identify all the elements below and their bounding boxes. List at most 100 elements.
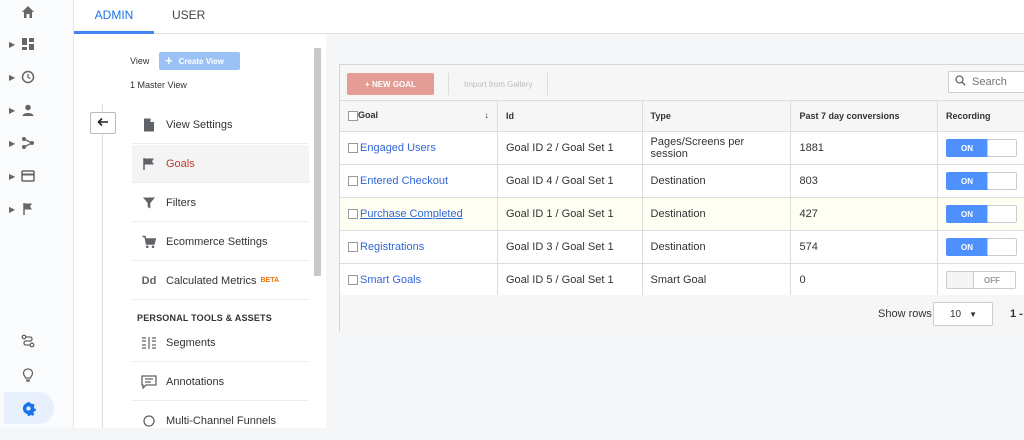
header-conversions[interactable]: Past 7 day conversions (790, 101, 938, 132)
nav-conversions[interactable]: ▶ (0, 193, 74, 225)
clock-icon (20, 69, 36, 85)
recording-toggle[interactable]: ON (945, 138, 1017, 157)
master-view-selector[interactable]: 1 Master View (130, 80, 187, 90)
goal-conversions: 803 (790, 164, 938, 198)
goal-link[interactable]: Registrations (360, 241, 424, 253)
table-footer: Show rows 10 ▼ 1 - 5 (340, 295, 1024, 333)
nav-discover[interactable] (0, 359, 74, 391)
create-view-label: Create View (178, 56, 224, 66)
row-checkbox[interactable] (348, 274, 358, 285)
menu-label: Multi-Channel Funnels (166, 415, 277, 427)
flag-icon (20, 201, 36, 217)
search-input[interactable] (970, 75, 1020, 89)
new-goal-button[interactable]: + NEW GOAL (347, 73, 434, 95)
goal-conversions: 427 (790, 197, 938, 231)
goal-link[interactable]: Purchase Completed (360, 208, 463, 220)
goals-toolbar: + NEW GOAL Import from Gallery (340, 65, 1024, 101)
goal-link[interactable]: Engaged Users (360, 142, 436, 154)
gear-icon (20, 400, 36, 416)
sort-down-icon: ↓ (484, 110, 490, 120)
plus-icon: + (165, 53, 173, 68)
nav-audience[interactable]: ▶ (0, 94, 74, 126)
header-recording[interactable]: Recording (937, 101, 1024, 132)
panel-divider (102, 104, 103, 428)
goal-id: Goal ID 2 / Goal Set 1 (497, 131, 643, 165)
arrow-left-icon (97, 114, 109, 132)
menu-calculated-metrics[interactable]: Dd Calculated Metrics BETA (132, 262, 309, 300)
header-type[interactable]: Type (642, 101, 792, 132)
document-icon (132, 118, 166, 132)
menu-label: Ecommerce Settings (166, 235, 268, 248)
nav-home[interactable] (0, 0, 74, 28)
menu-label: Calculated Metrics (166, 274, 257, 287)
recording-toggle[interactable]: ON (945, 237, 1017, 256)
menu-ecommerce-settings[interactable]: Ecommerce Settings (132, 223, 309, 261)
caret-right-icon: ▶ (9, 171, 16, 181)
create-view-button[interactable]: + Create View (159, 52, 240, 70)
recording-toggle[interactable]: ON (945, 204, 1017, 223)
menu-multi-channel-funnels[interactable]: Multi-Channel Funnels (132, 402, 309, 440)
goals-panel: + NEW GOAL Import from Gallery Goal ↓ Id… (339, 64, 1024, 333)
caret-right-icon: ▶ (9, 39, 16, 49)
show-rows-label: Show rows (878, 308, 932, 320)
nav-realtime[interactable]: ▶ (0, 61, 74, 93)
toggle-label: ON (960, 176, 973, 186)
toggle-label: ON (960, 209, 973, 219)
menu-segments[interactable]: Segments (132, 324, 309, 362)
table-row: Registrations Goal ID 3 / Goal Set 1 Des… (340, 230, 1024, 264)
goal-link[interactable]: Entered Checkout (360, 175, 448, 187)
menu-label: Filters (166, 196, 196, 209)
menu-goals[interactable]: Goals (132, 145, 309, 183)
lightbulb-icon (20, 367, 36, 383)
row-checkbox[interactable] (348, 142, 358, 153)
nav-admin[interactable] (0, 392, 74, 424)
header-id[interactable]: Id (497, 101, 643, 132)
behavior-icon (20, 168, 36, 184)
recording-toggle[interactable]: ON (945, 171, 1017, 190)
table-row: Smart Goals Goal ID 5 / Goal Set 1 Smart… (340, 263, 1024, 297)
panel-scrollbar[interactable] (314, 48, 321, 276)
tab-user[interactable]: USER (172, 0, 205, 34)
route-icon (20, 333, 36, 349)
header-goal[interactable]: Goal ↓ (340, 101, 498, 132)
import-from-gallery-button[interactable]: Import from Gallery (448, 73, 549, 95)
header-label: Goal (358, 110, 379, 121)
search-icon (955, 75, 966, 89)
pagination-range: 1 - 5 (1010, 308, 1024, 320)
goal-type: Pages/Screens per session (642, 131, 792, 165)
tab-admin[interactable]: ADMIN (74, 0, 154, 34)
view-label: View (130, 56, 150, 66)
goals-table: Goal ↓ Id Type Past 7 day conversions Re… (340, 101, 1024, 297)
nav-acquisition[interactable]: ▶ (0, 127, 74, 159)
table-row: Engaged Users Goal ID 2 / Goal Set 1 Pag… (340, 131, 1024, 165)
menu-label: View Settings (166, 118, 233, 131)
search-box[interactable] (948, 71, 1024, 93)
nav-customization[interactable]: ▶ (0, 28, 74, 60)
toggle-label: OFF (983, 275, 1000, 285)
menu-filters[interactable]: Filters (132, 184, 309, 222)
left-nav: ▶ ▶ ▶ ▶ ▶ ▶ (0, 0, 74, 428)
row-checkbox[interactable] (348, 208, 358, 219)
menu-label: Annotations (166, 375, 225, 388)
goal-type: Destination (642, 197, 792, 231)
menu-annotations[interactable]: Annotations (132, 363, 309, 401)
row-checkbox[interactable] (348, 175, 358, 186)
menu-label: Goals (166, 157, 195, 170)
menu-view-settings[interactable]: View Settings (132, 106, 309, 144)
goal-type: Destination (642, 164, 792, 198)
nav-behavior[interactable]: ▶ (0, 160, 74, 192)
nav-attribution[interactable] (0, 325, 74, 357)
select-all-checkbox[interactable] (348, 111, 358, 122)
view-panel: View + Create View 1 Master View View Se… (74, 34, 326, 428)
funnel-icon (132, 196, 166, 210)
goal-link[interactable]: Smart Goals (360, 274, 421, 286)
row-checkbox[interactable] (348, 241, 358, 252)
recording-toggle[interactable]: OFF (945, 270, 1016, 289)
rows-per-page-select[interactable]: 10 ▼ (933, 302, 993, 326)
back-button[interactable] (90, 112, 116, 134)
goal-type: Smart Goal (642, 263, 792, 297)
goal-id: Goal ID 4 / Goal Set 1 (497, 164, 643, 198)
acquisition-icon (20, 135, 36, 151)
flag-icon (132, 157, 166, 171)
funnels-icon (132, 414, 166, 428)
